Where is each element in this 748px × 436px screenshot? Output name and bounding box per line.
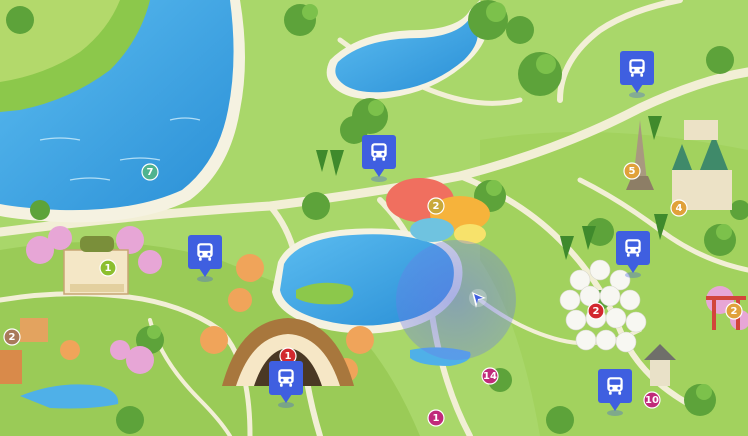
location-accuracy-circle [396, 240, 516, 360]
numbered-marker[interactable]: 2 [3, 328, 21, 346]
numbered-marker[interactable]: 2 [587, 302, 605, 320]
marker-number: 2 [731, 306, 738, 317]
marker-number: 14 [483, 371, 497, 382]
numbered-marker[interactable]: 10 [643, 391, 661, 409]
map-canvas[interactable]: 1 2 2 2 2 4 5 7 10 14 1 1 [0, 0, 748, 436]
marker-number: 2 [433, 201, 440, 212]
marker-number: 4 [676, 203, 683, 214]
numbered-marker[interactable]: 1 [99, 259, 117, 277]
marker-number: 7 [147, 167, 154, 178]
marker-number: 2 [9, 332, 16, 343]
marker-number: 1 [285, 351, 292, 362]
marker-number: 5 [629, 166, 636, 177]
marker-number: 2 [593, 306, 600, 317]
park-map[interactable]: 1 2 2 2 2 4 5 7 10 14 1 1 [0, 0, 748, 436]
numbered-marker[interactable]: 4 [670, 199, 688, 217]
marker-number: 1 [433, 413, 440, 424]
numbered-marker[interactable]: 2 [725, 302, 743, 320]
marker-number: 1 [105, 263, 112, 274]
user-location[interactable] [396, 240, 516, 360]
numbered-marker[interactable]: 5 [623, 162, 641, 180]
numbered-marker[interactable]: 7 [141, 163, 159, 181]
numbered-marker[interactable]: 2 [427, 197, 445, 215]
numbered-marker[interactable]: 1 [427, 409, 445, 427]
marker-number: 10 [645, 395, 659, 406]
numbered-marker[interactable]: 14 [481, 367, 499, 385]
